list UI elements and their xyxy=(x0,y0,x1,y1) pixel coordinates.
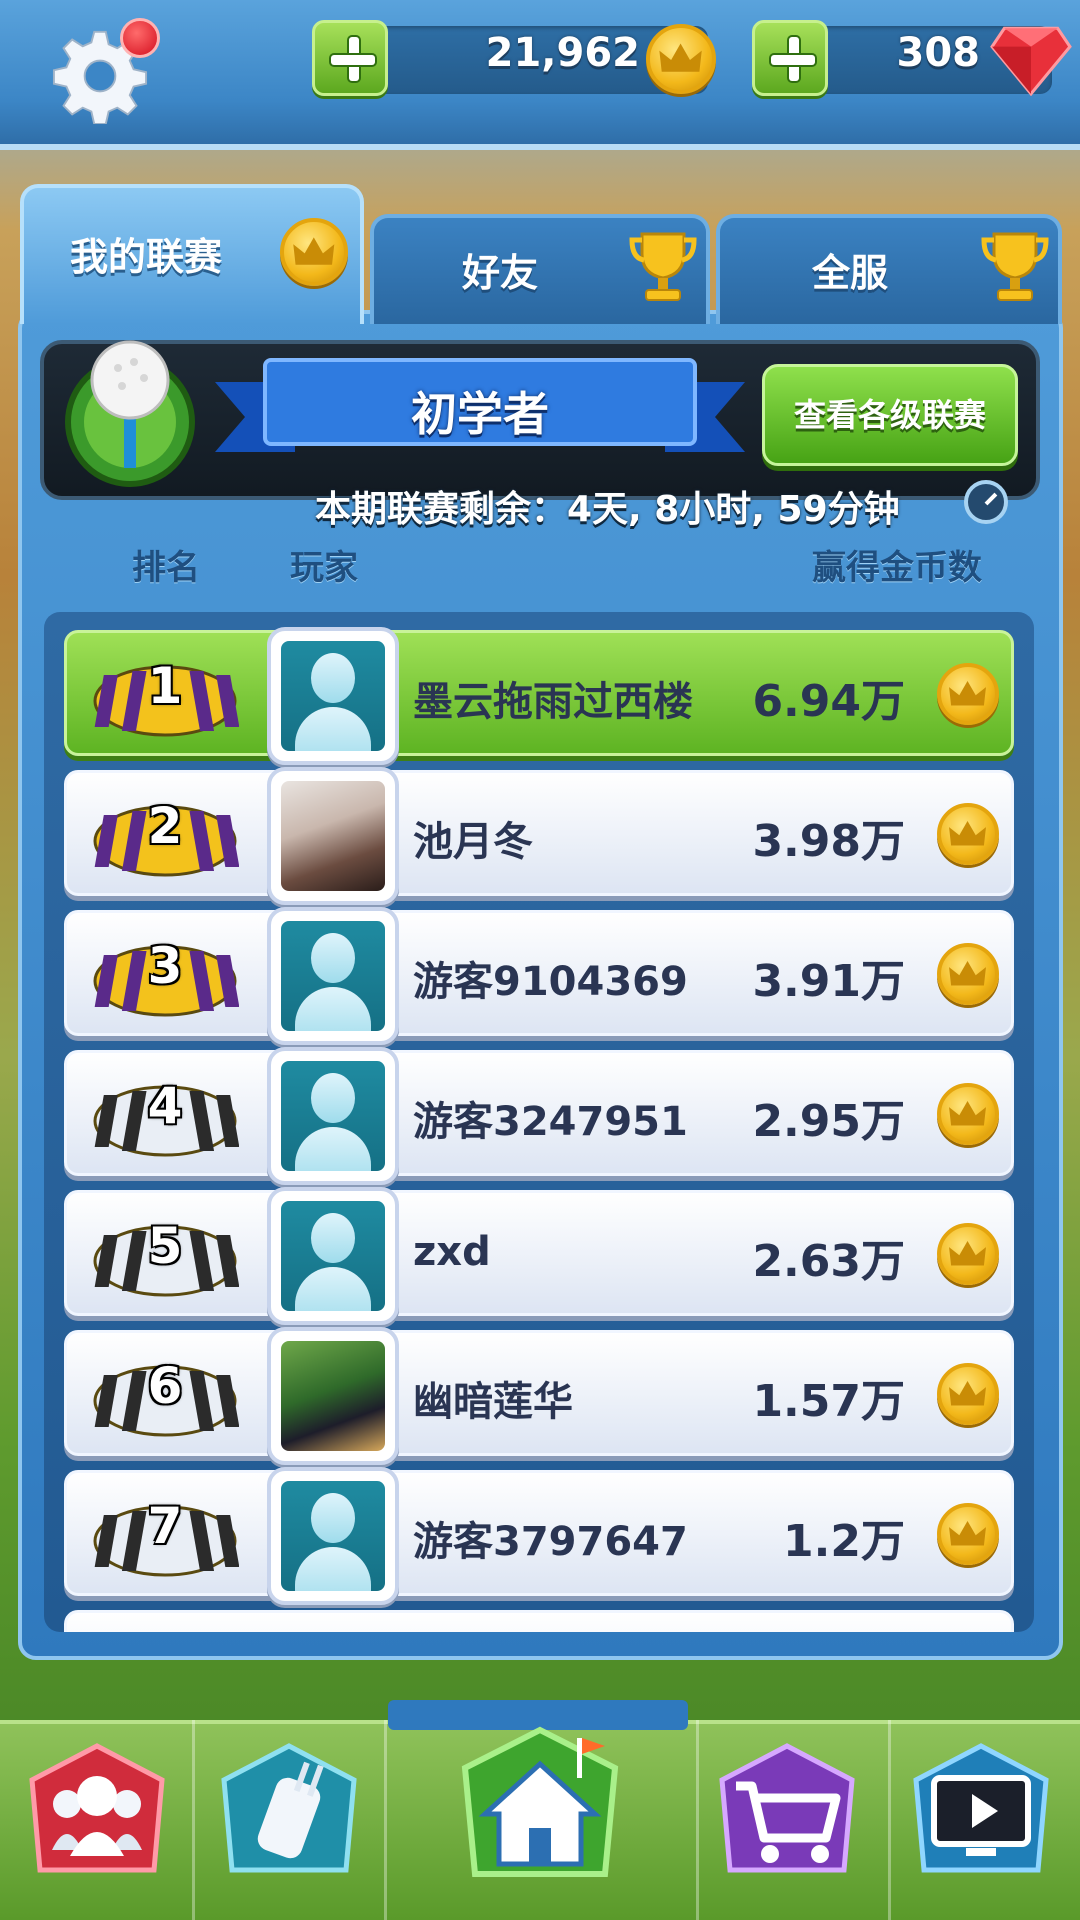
crown-coin-icon xyxy=(937,803,999,865)
buy-gems-button[interactable] xyxy=(752,20,828,96)
leaderboard-row-partial[interactable] xyxy=(64,1610,1014,1632)
buy-coins-button[interactable] xyxy=(312,20,388,96)
leaderboard-row[interactable]: 3 游客9104369 3.91万 xyxy=(64,907,1014,1045)
view-all-leagues-button[interactable]: 查看各级联赛 xyxy=(762,364,1018,466)
nav-replay-video-button[interactable] xyxy=(906,1740,1056,1890)
trophy-icon xyxy=(629,232,697,301)
nav-divider xyxy=(888,1720,891,1920)
default-avatar-icon xyxy=(281,1201,385,1311)
coins-won: 3.98万 xyxy=(752,816,905,867)
tab-label: 我的联赛 xyxy=(70,235,223,279)
avatar-frame[interactable] xyxy=(267,1467,399,1605)
player-name: 游客3247951 xyxy=(413,1099,688,1145)
notification-dot xyxy=(120,18,160,58)
rank-number: 4 xyxy=(147,1077,183,1135)
avatar-frame[interactable] xyxy=(267,1327,399,1465)
nav-golf-bag-button[interactable] xyxy=(214,1740,364,1890)
leaderboard-row[interactable]: 5 zxd 2.63万 xyxy=(64,1187,1014,1325)
rank-number: 3 xyxy=(147,937,183,995)
rank-number: 2 xyxy=(147,797,183,855)
crown-coin-icon xyxy=(280,218,348,286)
crown-coin-icon xyxy=(937,943,999,1005)
tab-friends[interactable]: 好友 xyxy=(370,214,710,324)
league-name: 初学者 xyxy=(411,387,549,441)
coins-won: 1.2万 xyxy=(783,1516,905,1567)
nav-shop-button[interactable] xyxy=(712,1740,862,1890)
coins-won: 2.95万 xyxy=(752,1096,905,1147)
coins-won: 2.63万 xyxy=(752,1236,905,1287)
nav-divider xyxy=(384,1720,387,1920)
player-name: 墨云拖雨过西楼 xyxy=(413,679,693,725)
default-avatar-icon xyxy=(281,1481,385,1591)
avatar-frame[interactable] xyxy=(267,1047,399,1185)
column-header-player: 玩家 xyxy=(290,548,358,588)
crown-coin-icon xyxy=(937,663,999,725)
avatar-frame[interactable] xyxy=(267,1187,399,1325)
coin-balance: 21,962 xyxy=(485,30,640,76)
leaderboard-list[interactable]: 1 墨云拖雨过西楼 6.94万 2 池月冬 3.98万 3 游客9104369 3.91万 … xyxy=(44,612,1034,1632)
player-name: 游客3797647 xyxy=(413,1519,688,1565)
leaderboard-row[interactable]: 4 游客3247951 2.95万 xyxy=(64,1047,1014,1185)
nav-home-button[interactable] xyxy=(455,1724,625,1894)
clock-icon xyxy=(964,480,1008,524)
crown-coin-icon xyxy=(937,1363,999,1425)
ruby-gem-icon xyxy=(990,26,1072,96)
top-bar: 21,962 308 xyxy=(0,0,1080,150)
player-name: 幽暗莲华 xyxy=(413,1379,573,1425)
avatar-frame[interactable] xyxy=(267,767,399,905)
player-photo-avatar xyxy=(281,781,385,891)
leaderboard-row[interactable]: 2 池月冬 3.98万 xyxy=(64,767,1014,905)
player-photo-avatar xyxy=(281,1341,385,1451)
column-header-coins: 赢得金币数 xyxy=(812,548,982,588)
nav-friends-button[interactable] xyxy=(22,1740,172,1890)
rank-number: 6 xyxy=(147,1357,183,1415)
crown-coin-icon xyxy=(937,1503,999,1565)
rank-number: 1 xyxy=(147,657,183,715)
crown-coin-icon xyxy=(937,1083,999,1145)
player-name: 池月冬 xyxy=(413,819,533,865)
league-countdown: 本期联赛剩余：4天, 8小时, 59分钟 xyxy=(315,489,900,530)
coins-won: 6.94万 xyxy=(752,676,905,727)
tab-label: 好友 xyxy=(462,251,539,295)
default-avatar-icon xyxy=(281,1061,385,1171)
tab-my-league[interactable]: 我的联赛 xyxy=(20,184,364,324)
avatar-frame[interactable] xyxy=(267,907,399,1045)
rank-number: 7 xyxy=(147,1497,183,1555)
coins-won: 3.91万 xyxy=(752,956,905,1007)
nav-divider xyxy=(696,1720,699,1920)
nav-divider xyxy=(192,1720,195,1920)
default-avatar-icon xyxy=(281,921,385,1031)
leaderboard-row[interactable]: 7 游客3797647 1.2万 xyxy=(64,1467,1014,1605)
crown-coin-icon xyxy=(937,1223,999,1285)
default-avatar-icon xyxy=(281,641,385,751)
column-header-rank: 排名 xyxy=(132,548,200,588)
leaderboard-row[interactable]: 6 幽暗莲华 1.57万 xyxy=(64,1327,1014,1465)
coins-won: 1.57万 xyxy=(752,1376,905,1427)
avatar-frame[interactable] xyxy=(267,627,399,765)
tab-label: 全服 xyxy=(812,251,889,295)
coin-crown-icon xyxy=(646,24,716,94)
player-name: zxd xyxy=(413,1229,491,1275)
leaderboard-row[interactable]: 1 墨云拖雨过西楼 6.94万 xyxy=(64,627,1014,765)
gem-balance: 308 xyxy=(896,30,981,76)
rank-number: 5 xyxy=(147,1217,183,1275)
player-name: 游客9104369 xyxy=(413,959,688,1005)
tab-global[interactable]: 全服 xyxy=(716,214,1062,324)
trophy-icon xyxy=(981,232,1049,301)
golf-ball-emblem-icon xyxy=(65,340,195,487)
